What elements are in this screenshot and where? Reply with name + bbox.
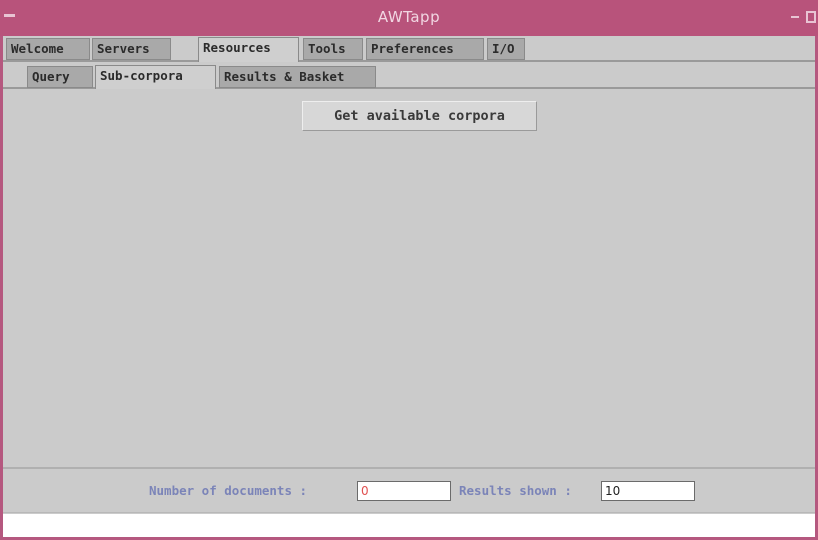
- minimize-icon[interactable]: [790, 11, 802, 23]
- tab-tools[interactable]: Tools: [303, 38, 363, 60]
- main-tab-bar: Welcome Servers Resources Tools Preferen…: [3, 36, 815, 62]
- num-documents-label: Number of documents :: [149, 483, 308, 498]
- get-available-corpora-button[interactable]: Get available corpora: [302, 101, 537, 131]
- message-bar: [3, 514, 815, 537]
- sub-tab-bar: Query Sub-corpora Results & Basket: [3, 64, 815, 90]
- results-shown-label: Results shown :: [459, 483, 572, 498]
- title-bar[interactable]: AWTapp: [0, 0, 818, 36]
- window-title: AWTapp: [377, 8, 441, 26]
- tab-preferences[interactable]: Preferences: [366, 38, 484, 60]
- subtab-results-basket[interactable]: Results & Basket: [219, 66, 376, 88]
- tab-resources[interactable]: Resources: [198, 37, 299, 62]
- results-shown-field[interactable]: 10: [601, 481, 695, 501]
- app-window: AWTapp Welcome Servers Resources Tools P…: [0, 0, 818, 540]
- tab-welcome[interactable]: Welcome: [6, 38, 90, 60]
- tab-io[interactable]: I/O: [487, 38, 525, 60]
- maximize-icon[interactable]: [806, 11, 816, 23]
- subtab-sub-corpora[interactable]: Sub-corpora: [95, 65, 216, 90]
- sub-corpora-panel: Get available corpora: [3, 89, 815, 461]
- subtab-query[interactable]: Query: [27, 66, 93, 88]
- tab-servers[interactable]: Servers: [92, 38, 171, 60]
- num-documents-field[interactable]: 0: [357, 481, 451, 501]
- status-panel: Number of documents : 0 Results shown : …: [3, 467, 815, 513]
